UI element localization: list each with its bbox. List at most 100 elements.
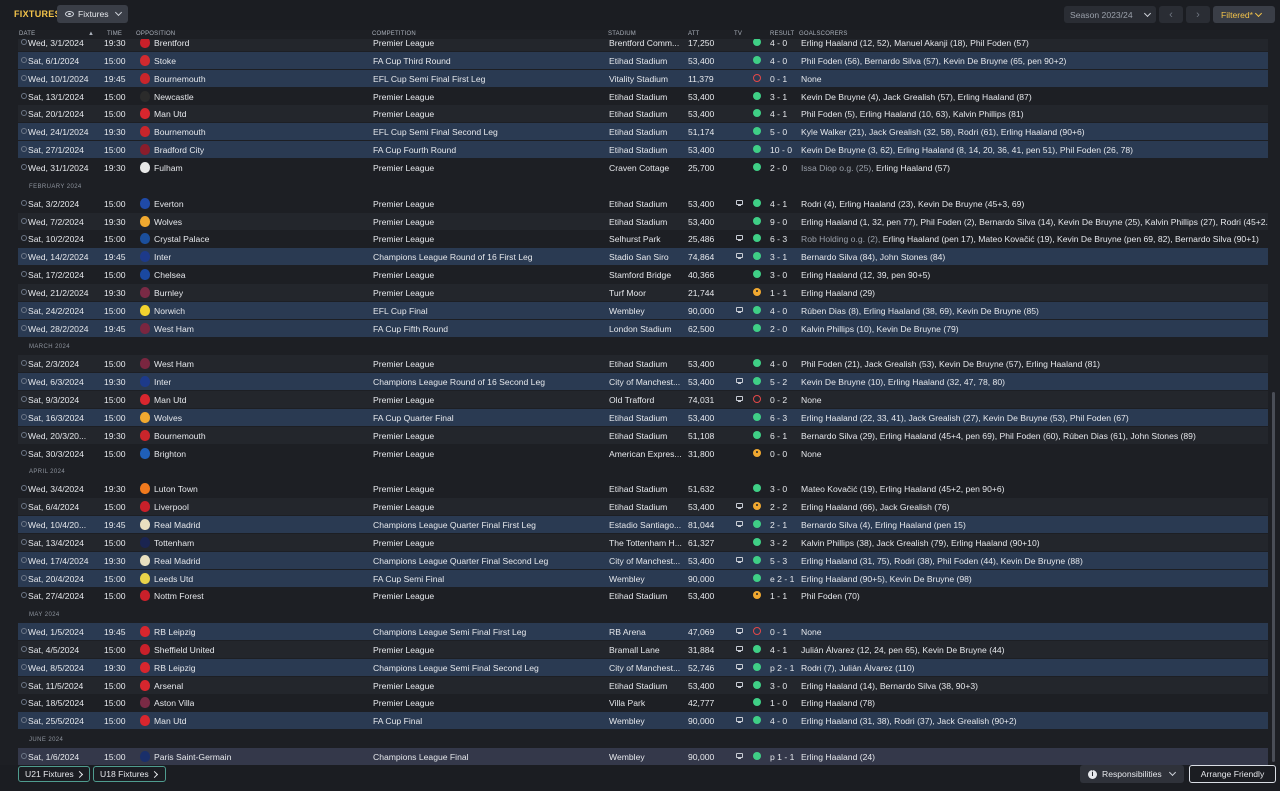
fixture-opposition[interactable]: Man Utd bbox=[154, 395, 186, 405]
fixture-opposition[interactable]: Stoke bbox=[154, 56, 176, 66]
fixture-opposition[interactable]: RB Leipzig bbox=[154, 663, 196, 673]
fixture-opposition[interactable]: Crystal Palace bbox=[154, 234, 209, 244]
fixture-opposition[interactable]: Bournemouth bbox=[154, 127, 206, 137]
fixture-opposition[interactable]: RB Leipzig bbox=[154, 627, 196, 637]
fixture-opposition[interactable]: Man Utd bbox=[154, 109, 186, 119]
fixture-opposition[interactable]: Chelsea bbox=[154, 270, 186, 280]
result-indicator-icon bbox=[753, 519, 761, 528]
fixture-row[interactable]: Wed, 7/2/2024 19:30 Wolves Premier League Et… bbox=[18, 212, 1268, 230]
fixture-opposition[interactable]: Fulham bbox=[154, 163, 183, 173]
fixture-row[interactable]: Sat, 2/3/2024 15:00 West Ham Premier League… bbox=[18, 355, 1268, 373]
fixture-row[interactable]: Sat, 27/1/2024 15:00 Bradford City FA Cup F… bbox=[18, 141, 1268, 159]
fixture-opposition[interactable]: Luton Town bbox=[154, 484, 198, 494]
fixture-row[interactable]: Sat, 25/5/2024 15:00 Man Utd FA Cup Final We… bbox=[18, 712, 1268, 730]
fixture-row[interactable]: Sat, 16/3/2024 15:00 Wolves FA Cup Quarter … bbox=[18, 408, 1268, 426]
fixture-row[interactable]: Wed, 3/1/2024 19:30 Brentford Premier Leagu… bbox=[18, 39, 1268, 51]
fixture-row[interactable]: Wed, 10/1/2024 19:45 Bournemouth EFL Cup Se… bbox=[18, 69, 1268, 87]
responsibilities-button[interactable]: i Responsibilities bbox=[1080, 765, 1184, 783]
scrollbar[interactable] bbox=[1272, 392, 1275, 762]
fixture-opposition[interactable]: Brentford bbox=[154, 39, 189, 48]
fixture-row[interactable]: Sat, 11/5/2024 15:00 Arsenal Premier League… bbox=[18, 676, 1268, 694]
fixture-opposition[interactable]: West Ham bbox=[154, 324, 194, 334]
season-selector[interactable]: Season 2023/24 bbox=[1064, 6, 1156, 23]
fixture-opposition[interactable]: Sheffield United bbox=[154, 645, 215, 655]
fixture-row[interactable]: Sat, 30/3/2024 15:00 Brighton Premier Leagu… bbox=[18, 445, 1268, 462]
fixture-opposition[interactable]: Liverpool bbox=[154, 502, 189, 512]
fixture-opposition[interactable]: Aston Villa bbox=[154, 698, 194, 708]
column-header-tv[interactable]: TV bbox=[734, 31, 742, 37]
filter-dropdown[interactable]: Filtered* bbox=[1213, 6, 1275, 23]
u18-fixtures-button[interactable]: U18 Fixtures bbox=[93, 766, 166, 782]
column-header-result[interactable]: RESULT bbox=[770, 31, 794, 37]
fixture-row[interactable]: Wed, 3/4/2024 19:30 Luton Town Premier Leag… bbox=[18, 480, 1268, 497]
next-season-button[interactable]: › bbox=[1186, 6, 1210, 23]
fixture-row[interactable]: Sat, 6/1/2024 15:00 Stoke FA Cup Third Roun… bbox=[18, 51, 1268, 69]
fixture-opposition[interactable]: Everton bbox=[154, 199, 184, 209]
fixture-row[interactable]: Sat, 3/2/2024 15:00 Everton Premier League E… bbox=[18, 195, 1268, 212]
column-header-stadium[interactable]: STADIUM bbox=[608, 31, 636, 37]
fixture-opposition[interactable]: Bradford City bbox=[154, 145, 204, 155]
fixture-row[interactable]: Wed, 17/4/2024 19:30 Real Madrid Champions … bbox=[18, 551, 1268, 569]
fixture-row[interactable]: Sat, 10/2/2024 15:00 Crystal Palace Premier… bbox=[18, 230, 1268, 247]
fixture-row[interactable]: Sat, 20/1/2024 15:00 Man Utd Premier League… bbox=[18, 105, 1268, 123]
result-indicator-icon bbox=[753, 430, 761, 439]
column-header-attendance[interactable]: ATT bbox=[688, 31, 700, 37]
fixture-row[interactable]: Wed, 24/1/2024 19:30 Bournemouth EFL Cup Se… bbox=[18, 123, 1268, 141]
fixture-opposition[interactable]: Norwich bbox=[154, 306, 185, 316]
result-indicator-icon bbox=[753, 359, 761, 368]
fixture-opposition[interactable]: Leeds Utd bbox=[154, 574, 193, 584]
fixture-opposition[interactable]: Man Utd bbox=[154, 716, 186, 726]
fixture-row[interactable]: Wed, 6/3/2024 19:30 Inter Champions League … bbox=[18, 373, 1268, 391]
fixture-opposition[interactable]: Newcastle bbox=[154, 92, 194, 102]
previous-season-button[interactable]: ‹ bbox=[1159, 6, 1183, 23]
fixture-row[interactable]: Wed, 8/5/2024 19:30 RB Leipzig Champions Le… bbox=[18, 658, 1268, 676]
fixture-row[interactable]: Wed, 21/2/2024 19:30 Burnley Premier League… bbox=[18, 283, 1268, 301]
fixture-opposition[interactable]: Tottenham bbox=[154, 538, 194, 548]
column-header-time[interactable]: TIME bbox=[107, 31, 122, 37]
fixture-opposition[interactable]: Arsenal bbox=[154, 681, 183, 691]
column-header-date[interactable]: DATE bbox=[19, 31, 35, 37]
fixture-row[interactable]: Wed, 1/5/2024 19:45 RB Leipzig Champions Le… bbox=[18, 623, 1268, 641]
fixture-opposition[interactable]: Inter bbox=[154, 252, 171, 262]
fixture-row[interactable]: Wed, 28/2/2024 19:45 West Ham FA Cup Fifth … bbox=[18, 319, 1268, 337]
club-badge-icon bbox=[140, 751, 150, 762]
view-dropdown[interactable]: Fixtures bbox=[57, 5, 128, 23]
arrange-friendly-button[interactable]: Arrange Friendly bbox=[1189, 765, 1276, 783]
fixture-row[interactable]: Wed, 10/4/20... 19:45 Real Madrid Champions… bbox=[18, 515, 1268, 533]
fixture-opposition[interactable]: Nottm Forest bbox=[154, 591, 204, 601]
fixture-row[interactable]: Sat, 1/6/2024 15:00 Paris Saint-Germain Cha… bbox=[18, 748, 1268, 765]
fixture-opposition[interactable]: Paris Saint-Germain bbox=[154, 752, 231, 762]
fixture-opposition[interactable]: West Ham bbox=[154, 359, 194, 369]
u21-fixtures-button[interactable]: U21 Fixtures bbox=[18, 766, 90, 782]
sort-ascending-icon: ▲ bbox=[88, 31, 95, 37]
fixture-opposition[interactable]: Real Madrid bbox=[154, 520, 200, 530]
fixture-opposition[interactable]: Inter bbox=[154, 377, 171, 387]
fixture-opposition[interactable]: Wolves bbox=[154, 413, 182, 423]
fixture-opposition[interactable]: Bournemouth bbox=[154, 74, 206, 84]
fixture-opposition[interactable]: Burnley bbox=[154, 288, 183, 298]
fixture-date: Wed, 3/4/2024 bbox=[28, 484, 84, 495]
fixture-row[interactable]: Wed, 14/2/2024 19:45 Inter Champions League… bbox=[18, 248, 1268, 266]
fixture-row[interactable]: Sat, 4/5/2024 15:00 Sheffield United Premie… bbox=[18, 640, 1268, 658]
column-header-competition[interactable]: COMPETITION bbox=[372, 31, 416, 37]
fixture-stadium: City of Manchest... bbox=[609, 377, 681, 388]
fixture-row[interactable]: Sat, 6/4/2024 15:00 Liverpool Premier Leagu… bbox=[18, 498, 1268, 516]
fixture-row[interactable]: Sat, 13/4/2024 15:00 Tottenham Premier Leag… bbox=[18, 533, 1268, 551]
fixture-row[interactable]: Sat, 24/2/2024 15:00 Norwich EFL Cup Final W… bbox=[18, 301, 1268, 319]
column-header-goalscorers[interactable]: GOALSCORERS bbox=[799, 31, 848, 37]
fixture-row[interactable]: Sat, 27/4/2024 15:00 Nottm Forest Premier L… bbox=[18, 587, 1268, 604]
column-header-opposition[interactable]: OPPOSITION bbox=[136, 31, 175, 37]
fixture-row[interactable]: Wed, 20/3/20... 19:30 Bournemouth Premier L… bbox=[18, 426, 1268, 444]
fixture-row[interactable]: Wed, 31/1/2024 19:30 Fulham Premier League C… bbox=[18, 159, 1268, 176]
fixture-row[interactable]: Sat, 18/5/2024 15:00 Aston Villa Premier Le… bbox=[18, 694, 1268, 711]
fixture-opposition[interactable]: Bournemouth bbox=[154, 431, 206, 441]
fixture-row[interactable]: Sat, 17/2/2024 15:00 Chelsea Premier League… bbox=[18, 266, 1268, 283]
fixture-opposition[interactable]: Brighton bbox=[154, 449, 186, 459]
fixture-goalscorers: Kalvin Phillips (38), Jack Grealish (79)… bbox=[801, 537, 1040, 548]
fixture-row[interactable]: Sat, 9/3/2024 15:00 Man Utd Premier League O… bbox=[18, 391, 1268, 408]
fixture-opposition[interactable]: Wolves bbox=[154, 217, 182, 227]
fixture-row[interactable]: Sat, 20/4/2024 15:00 Leeds Utd FA Cup Semi … bbox=[18, 569, 1268, 587]
fixture-time: 15:00 bbox=[104, 198, 126, 209]
fixture-opposition[interactable]: Real Madrid bbox=[154, 556, 200, 566]
fixture-row[interactable]: Sat, 13/1/2024 15:00 Newcastle Premier Leag… bbox=[18, 88, 1268, 105]
